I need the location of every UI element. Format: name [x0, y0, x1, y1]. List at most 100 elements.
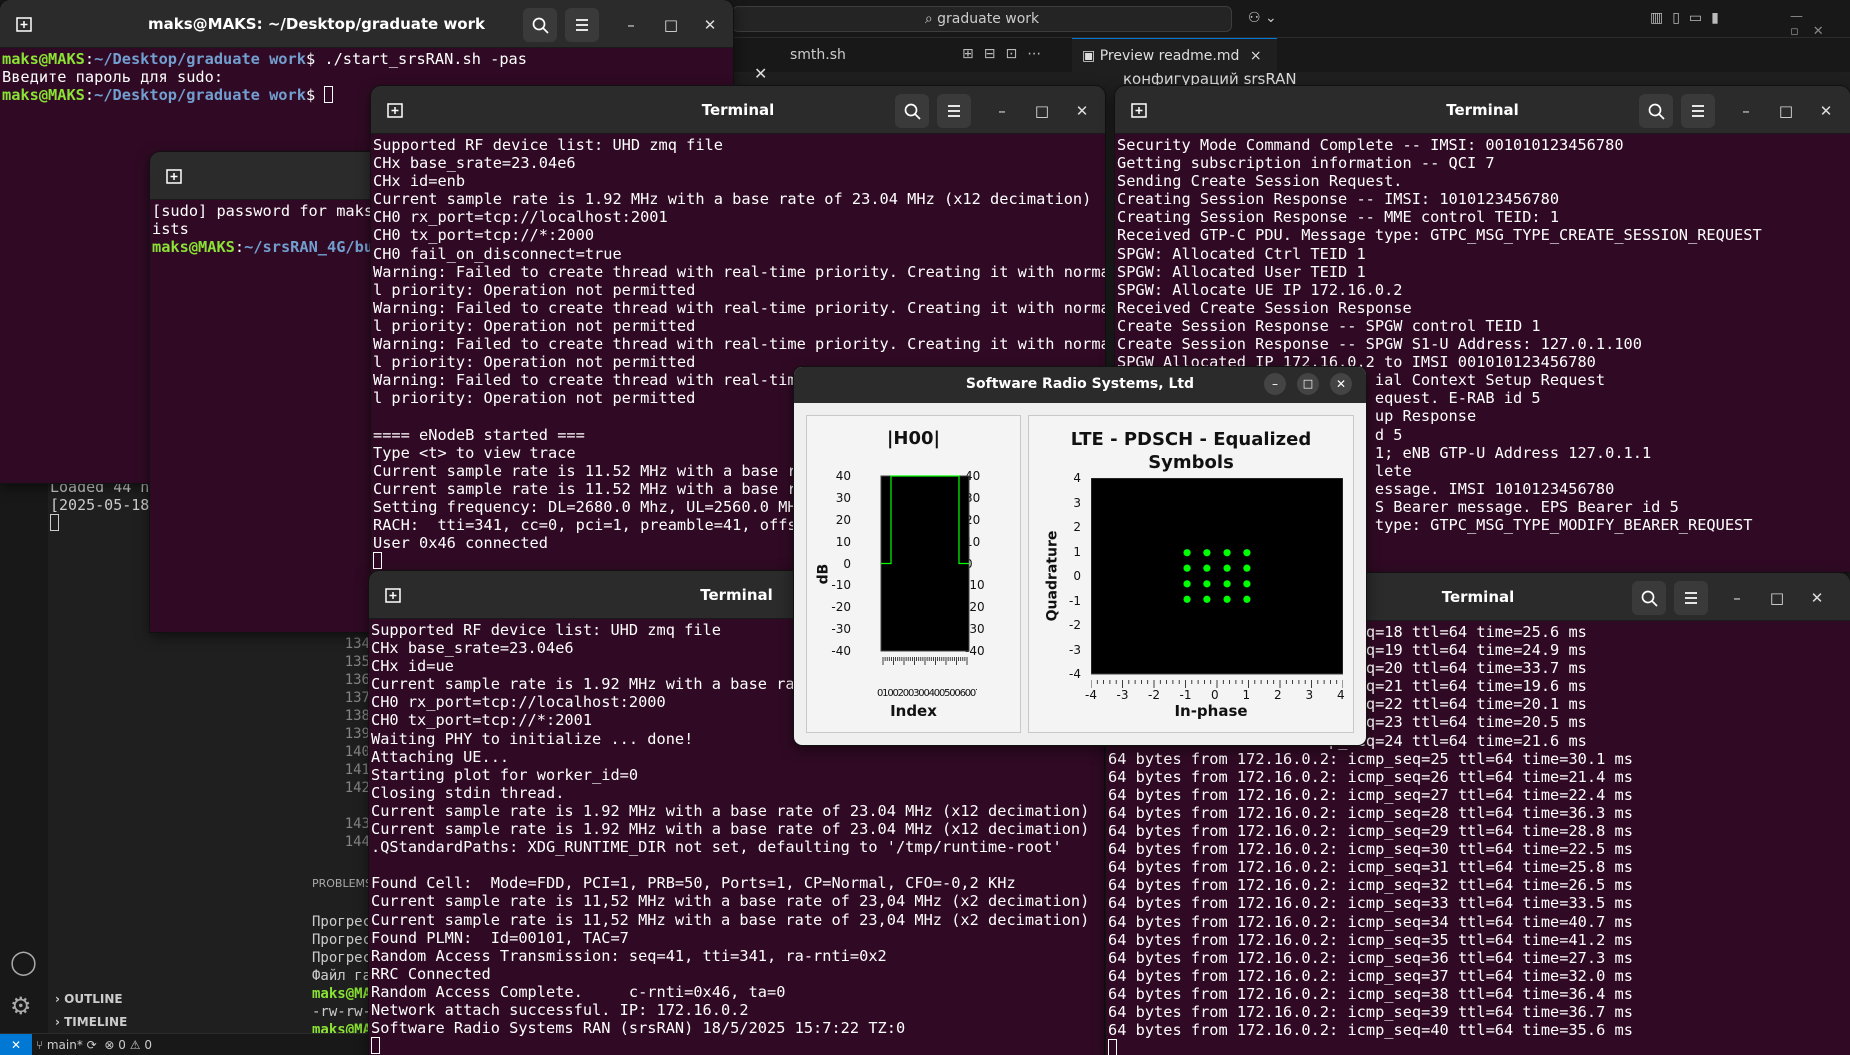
plot-title-line1: LTE - PDSCH - Equalized: [1070, 429, 1312, 450]
tab-preview-readme[interactable]: ▣ Preview readme.md ×: [1072, 38, 1277, 72]
titlebar: [150, 152, 380, 200]
constellation-point: [1183, 580, 1191, 588]
editor-tabs: smth.sh ⊞⊟⊡⋯ ▣ Preview readme.md ×: [730, 38, 1850, 72]
timeline-section[interactable]: › TIMELINE: [55, 1015, 127, 1029]
terminal-line: Random Access Transmission: seq=41, tti=…: [371, 946, 887, 965]
plot-title: |H00|: [886, 428, 941, 449]
terminal-line: Warning: Failed to create thread with re…: [373, 335, 1105, 354]
terminal-line: SPGW: Allocate UE IP 172.16.0.2: [1117, 280, 1403, 299]
terminal-output[interactable]: [sudo] password for maks ists maks@MAKS:…: [150, 200, 380, 632]
terminal-line: Warning: Failed to create thread with re…: [373, 262, 1105, 281]
git-branch[interactable]: main*: [47, 1038, 83, 1052]
tab-smth[interactable]: smth.sh: [770, 38, 905, 72]
minimize-icon[interactable]: –: [1264, 373, 1286, 395]
minimize-icon[interactable]: –: [1733, 98, 1759, 124]
terminal-line: 64 bytes from 172.16.0.2: icmp_seq=26 tt…: [1108, 767, 1633, 786]
y-tick-label: -40: [831, 644, 851, 658]
terminal-line: Current sample rate is 11,52 MHz with a …: [371, 910, 1090, 929]
terminal-line: Warning: Failed to create thread with re…: [373, 298, 1105, 317]
hamburger-menu-icon[interactable]: [1681, 94, 1715, 128]
constellation-point: [1183, 595, 1191, 603]
window-controls[interactable]: —▫✕: [1790, 9, 1850, 39]
close-icon[interactable]: ✕: [1330, 373, 1352, 395]
settings-gear-icon[interactable]: ⚙: [10, 992, 32, 1020]
copilot-icon[interactable]: ⚇ ⌄: [1248, 10, 1277, 26]
search-icon[interactable]: [895, 94, 929, 128]
close-tab-icon[interactable]: ×: [1250, 48, 1262, 64]
terminal-line: Random Access Complete. c-rnti=0x46, ta=…: [371, 982, 786, 1001]
terminal-line: Create Session Response -- SPGW S1-U Add…: [1117, 335, 1642, 354]
terminal-line: Getting subscription information -- QCI …: [1117, 154, 1495, 173]
terminal-line: Starting plot for worker_id=0: [371, 765, 639, 784]
close-icon[interactable]: ✕: [697, 12, 723, 38]
terminal-line: 64 bytes from 172.16.0.2: icmp_seq=30 tt…: [1108, 840, 1633, 859]
terminal-line: Current sample rate is 1.92 MHz with a b…: [373, 190, 1092, 209]
remote-icon[interactable]: ✕: [0, 1034, 32, 1055]
layout-icons[interactable]: ▥▯▭▮: [1650, 10, 1728, 26]
editor-action-icons[interactable]: ⊞⊟⊡⋯: [962, 46, 1051, 62]
close-panel-icon[interactable]: ✕: [754, 64, 767, 83]
constellation-point: [1243, 549, 1251, 557]
hamburger-menu-icon[interactable]: [1674, 581, 1708, 615]
maximize-icon[interactable]: □: [1764, 585, 1790, 611]
terminal-line: SPGW: Allocated User TEID 1: [1117, 262, 1366, 281]
hamburger-menu-icon[interactable]: [937, 94, 971, 128]
terminal-line: 64 bytes from 172.16.0.2: icmp_seq=40 tt…: [1108, 1021, 1633, 1040]
cursor: [371, 1037, 380, 1055]
maximize-icon[interactable]: □: [1297, 373, 1319, 395]
terminal-line: Current sample rate is 1.92 MHz with a b…: [371, 820, 1090, 839]
terminal-line: CH0 fail_on_disconnect=true: [373, 244, 622, 263]
y-tick-label: -30: [831, 622, 851, 637]
close-icon[interactable]: ✕: [1069, 98, 1095, 124]
panel-tabs[interactable]: PROBLEMS: [312, 877, 372, 890]
search-icon[interactable]: [1639, 94, 1673, 128]
terminal-line: 64 bytes from 172.16.0.2: icmp_seq=25 tt…: [1108, 749, 1633, 768]
terminal-line: Attaching UE...: [371, 747, 510, 766]
search-icon[interactable]: [523, 8, 557, 42]
channel-response-plot: |H00| dB Index 0100200300400500600700800…: [806, 415, 1021, 733]
terminal-line: CH0 tx_port=tcp://*:2000: [373, 226, 595, 245]
terminal-line: 64 bytes from 172.16.0.2: icmp_seq=31 tt…: [1108, 858, 1633, 877]
close-icon[interactable]: ✕: [1804, 585, 1830, 611]
close-icon[interactable]: ✕: [1813, 98, 1839, 124]
maximize-icon[interactable]: □: [658, 12, 684, 38]
constellation-point: [1243, 580, 1251, 588]
minimize-icon[interactable]: –: [618, 12, 644, 38]
terminal-line: 64 bytes from 172.16.0.2: icmp_seq=39 tt…: [1108, 1002, 1633, 1021]
maximize-icon[interactable]: □: [1029, 98, 1055, 124]
titlebar: Terminal – □ ✕: [371, 86, 1105, 134]
terminal-line: CHx id=enb: [373, 172, 466, 191]
minimize-icon[interactable]: –: [1724, 585, 1750, 611]
y-tick-label: 3: [1073, 495, 1081, 510]
cursor: [324, 86, 334, 104]
sync-icon[interactable]: ⟳: [87, 1038, 97, 1052]
new-tab-icon[interactable]: [157, 160, 191, 194]
terminal-line: Sending Create Session Request.: [1117, 172, 1403, 191]
y-tick-label: -2: [1069, 618, 1081, 632]
maximize-icon[interactable]: □: [1773, 98, 1799, 124]
outline-section[interactable]: › OUTLINE: [55, 992, 123, 1006]
y-tick-label: 40: [835, 469, 851, 483]
plot-background: [1091, 478, 1343, 675]
hamburger-menu-icon[interactable]: [565, 8, 599, 42]
terminal-line: Current sample rate is 11,52 MHz with a …: [371, 892, 1090, 911]
branch-icon: ⑂: [35, 1038, 44, 1052]
explorer-terminal-lines: Loaded 44 h [2025-05-18: [50, 478, 149, 532]
minimize-icon[interactable]: –: [989, 98, 1015, 124]
warnings-icon: ⚠: [129, 1038, 141, 1052]
terminal-line: 64 bytes from 172.16.0.2: icmp_seq=27 tt…: [1108, 785, 1633, 804]
terminal-line: 64 bytes from 172.16.0.2: icmp_seq=38 tt…: [1108, 984, 1633, 1003]
command-center-search[interactable]: ⌕ graduate work: [732, 6, 1232, 32]
cursor: [1108, 1039, 1117, 1055]
line-gutter: 134 135 136 137 138 139 140 141 142 143 …: [344, 636, 370, 850]
terminal-line: Found PLMN: Id=00101, TAC=7: [371, 928, 629, 947]
account-icon[interactable]: ◯: [10, 948, 37, 976]
constellation-point: [1223, 595, 1231, 603]
terminal-line: CHx base_srate=23.04e6: [373, 154, 576, 173]
constellation-point: [1183, 549, 1191, 557]
y-tick-label: 10: [835, 534, 851, 549]
constellation-point: [1203, 580, 1211, 588]
y-tick-label: -10: [831, 578, 851, 593]
search-icon[interactable]: [1632, 581, 1666, 615]
